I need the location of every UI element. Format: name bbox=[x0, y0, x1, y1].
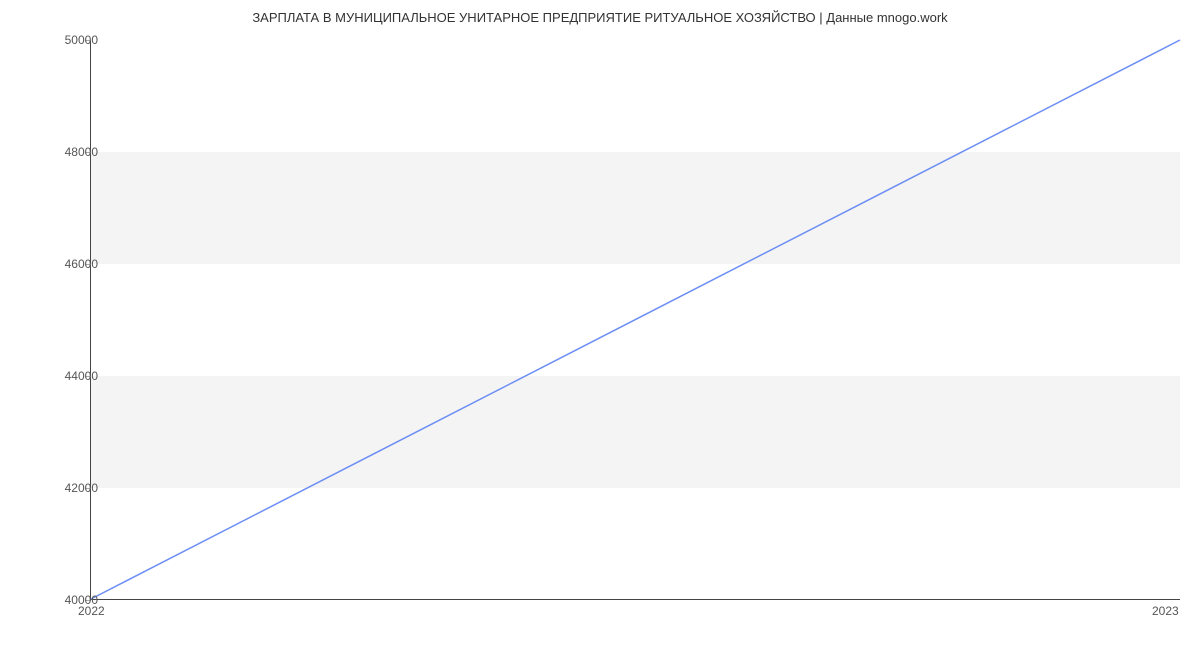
plot-area bbox=[90, 40, 1180, 600]
y-axis-label: 50000 bbox=[65, 33, 98, 47]
line-series bbox=[91, 40, 1180, 599]
y-axis-label: 42000 bbox=[65, 481, 98, 495]
x-axis-label: 2023 bbox=[1152, 604, 1179, 618]
x-axis-label: 2022 bbox=[78, 604, 105, 618]
y-axis-label: 46000 bbox=[65, 257, 98, 271]
y-axis-label: 48000 bbox=[65, 145, 98, 159]
chart-title: ЗАРПЛАТА В МУНИЦИПАЛЬНОЕ УНИТАРНОЕ ПРЕДП… bbox=[0, 10, 1200, 25]
y-axis-label: 44000 bbox=[65, 369, 98, 383]
